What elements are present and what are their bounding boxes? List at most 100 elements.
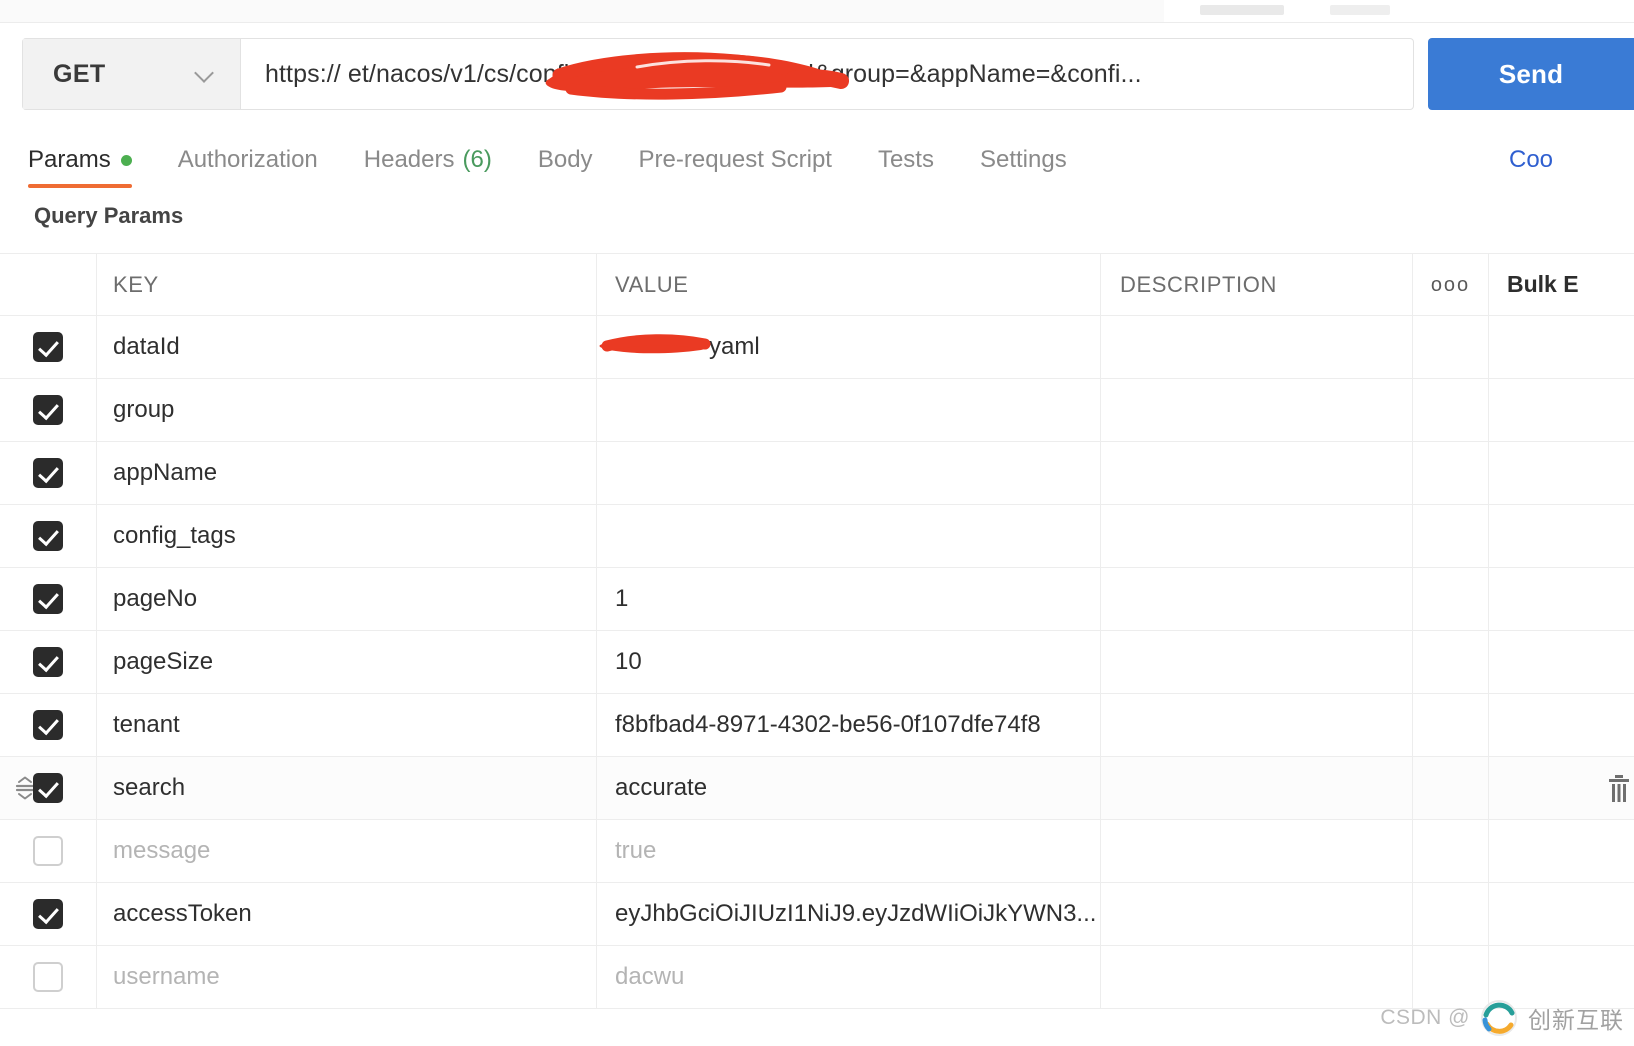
http-method-select[interactable]: GET [23, 39, 241, 109]
key-input[interactable]: pageNo [97, 568, 597, 630]
tab-headers-count: (6) [463, 146, 492, 174]
key-input[interactable]: dataId [97, 316, 597, 378]
description-input[interactable] [1101, 883, 1413, 945]
description-input[interactable] [1101, 694, 1413, 756]
row-checkbox[interactable] [33, 584, 63, 614]
tab-headers[interactable]: Headers (6) [364, 132, 492, 188]
row-options-cell [1413, 379, 1489, 441]
header-cell-description: DESCRIPTION [1101, 254, 1413, 315]
value-input[interactable]: true [597, 820, 1101, 882]
row-select-cell [0, 946, 97, 1008]
row-select-cell [0, 379, 97, 441]
key-text: dataId [113, 333, 180, 361]
description-input[interactable] [1101, 505, 1413, 567]
tab-settings[interactable]: Settings [980, 132, 1067, 188]
table-row: tenantf8bfbad4-8971-4302-be56-0f107dfe74… [0, 694, 1634, 757]
row-checkbox[interactable] [33, 395, 63, 425]
value-input[interactable]: dacwu [597, 946, 1101, 1008]
row-select-cell [0, 883, 97, 945]
row-options-cell [1413, 883, 1489, 945]
value-input[interactable]: f8bfbad4-8971-4302-be56-0f107dfe74f8 [597, 694, 1101, 756]
description-input[interactable] [1101, 442, 1413, 504]
value-input[interactable] [597, 505, 1101, 567]
tab-strip-remnant [0, 0, 1634, 23]
query-params-table: KEY VALUE DESCRIPTION ooo Bulk E dataId y… [0, 253, 1634, 1009]
tab-params[interactable]: Params [28, 132, 132, 188]
value-input[interactable]: eyJhbGciOiJIUzI1NiJ9.eyJzdWIiOiJkYWN3... [597, 883, 1101, 945]
table-row: appName [0, 442, 1634, 505]
trash-icon[interactable] [1606, 773, 1632, 803]
key-input[interactable]: search [97, 757, 597, 819]
description-input[interactable] [1101, 379, 1413, 441]
key-text: pageNo [113, 585, 197, 613]
http-method-label: GET [53, 60, 106, 89]
row-actions-cell [1489, 757, 1634, 819]
key-input[interactable]: message [97, 820, 597, 882]
table-row: group [0, 379, 1634, 442]
key-input[interactable]: config_tags [97, 505, 597, 567]
value-input[interactable]: 1 [597, 568, 1101, 630]
query-params-title: Query Params [34, 203, 183, 229]
key-input[interactable]: appName [97, 442, 597, 504]
row-checkbox[interactable] [33, 458, 63, 488]
value-input[interactable]: accurate [597, 757, 1101, 819]
tab-authorization[interactable]: Authorization [178, 132, 318, 188]
key-input[interactable]: pageSize [97, 631, 597, 693]
value-input[interactable]: yaml [597, 316, 1101, 378]
table-row: accessToken eyJhbGciOiJIUzI1NiJ9.eyJzdWIi… [0, 883, 1634, 946]
watermark-logo-icon [1479, 998, 1519, 1038]
table-options-button[interactable]: ooo [1413, 254, 1489, 315]
tab-pre-request-script[interactable]: Pre-request Script [639, 132, 832, 188]
url-bar: GET https:// et/nacos/v1/cs/configs?data… [22, 38, 1414, 110]
key-text: accessToken [113, 900, 252, 928]
description-input[interactable] [1101, 631, 1413, 693]
row-checkbox[interactable] [33, 521, 63, 551]
row-checkbox[interactable] [33, 332, 63, 362]
row-checkbox[interactable] [33, 647, 63, 677]
tab-params-label: Params [28, 146, 111, 174]
row-options-cell [1413, 820, 1489, 882]
url-input[interactable]: https:// et/nacos/v1/cs/configs?dataId=b… [241, 39, 1413, 109]
send-button[interactable]: Send [1428, 38, 1634, 110]
row-checkbox[interactable] [33, 962, 63, 992]
description-input[interactable] [1101, 757, 1413, 819]
row-select-cell [0, 820, 97, 882]
row-checkbox[interactable] [33, 899, 63, 929]
tab-settings-label: Settings [980, 146, 1067, 174]
row-checkbox[interactable] [33, 710, 63, 740]
row-checkbox[interactable] [33, 773, 63, 803]
tab-authorization-label: Authorization [178, 146, 318, 174]
bulk-edit-button[interactable]: Bulk E [1489, 254, 1634, 315]
table-header-row: KEY VALUE DESCRIPTION ooo Bulk E [0, 253, 1634, 316]
row-select-cell [0, 568, 97, 630]
tab-tests[interactable]: Tests [878, 132, 934, 188]
description-input[interactable] [1101, 820, 1413, 882]
row-options-cell [1413, 442, 1489, 504]
value-input[interactable] [597, 379, 1101, 441]
header-value-label: VALUE [615, 272, 689, 298]
key-input[interactable]: accessToken [97, 883, 597, 945]
url-text: https:// et/nacos/v1/cs/configs?dataId=b… [265, 60, 1142, 89]
description-input[interactable] [1101, 316, 1413, 378]
key-input[interactable]: tenant [97, 694, 597, 756]
cookies-link[interactable]: Coo [1509, 132, 1634, 188]
row-actions-cell [1489, 568, 1634, 630]
value-text: dacwu [615, 963, 684, 991]
cookies-link-label: Coo [1509, 146, 1553, 174]
row-actions-cell [1489, 442, 1634, 504]
redaction-scribble-value [597, 326, 722, 360]
key-input[interactable]: group [97, 379, 597, 441]
header-cell-value: VALUE [597, 254, 1101, 315]
key-text: message [113, 837, 210, 865]
row-actions-cell [1489, 631, 1634, 693]
description-input[interactable] [1101, 568, 1413, 630]
key-input[interactable]: username [97, 946, 597, 1008]
value-input[interactable] [597, 442, 1101, 504]
key-text: pageSize [113, 648, 213, 676]
tab-body[interactable]: Body [538, 132, 593, 188]
key-text: username [113, 963, 220, 991]
row-checkbox[interactable] [33, 836, 63, 866]
description-input[interactable] [1101, 946, 1413, 1008]
key-text: appName [113, 459, 217, 487]
value-input[interactable]: 10 [597, 631, 1101, 693]
